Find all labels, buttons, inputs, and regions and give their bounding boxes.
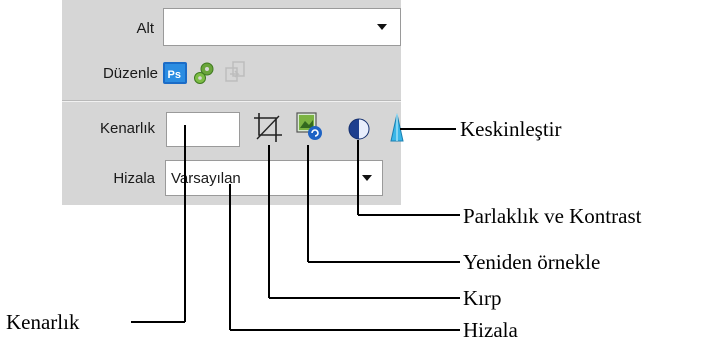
callout-crop: Kırp — [463, 286, 502, 310]
callout-align: Hizala — [463, 318, 518, 342]
callout-brightness: Parlaklık ve Kontrast — [463, 204, 642, 228]
callout-sharpen: Keskinleştir — [460, 117, 562, 141]
callout-resample: Yeniden örnekle — [463, 250, 601, 274]
callout-lines — [131, 125, 460, 331]
callout-border: Kenarlık — [6, 310, 80, 334]
